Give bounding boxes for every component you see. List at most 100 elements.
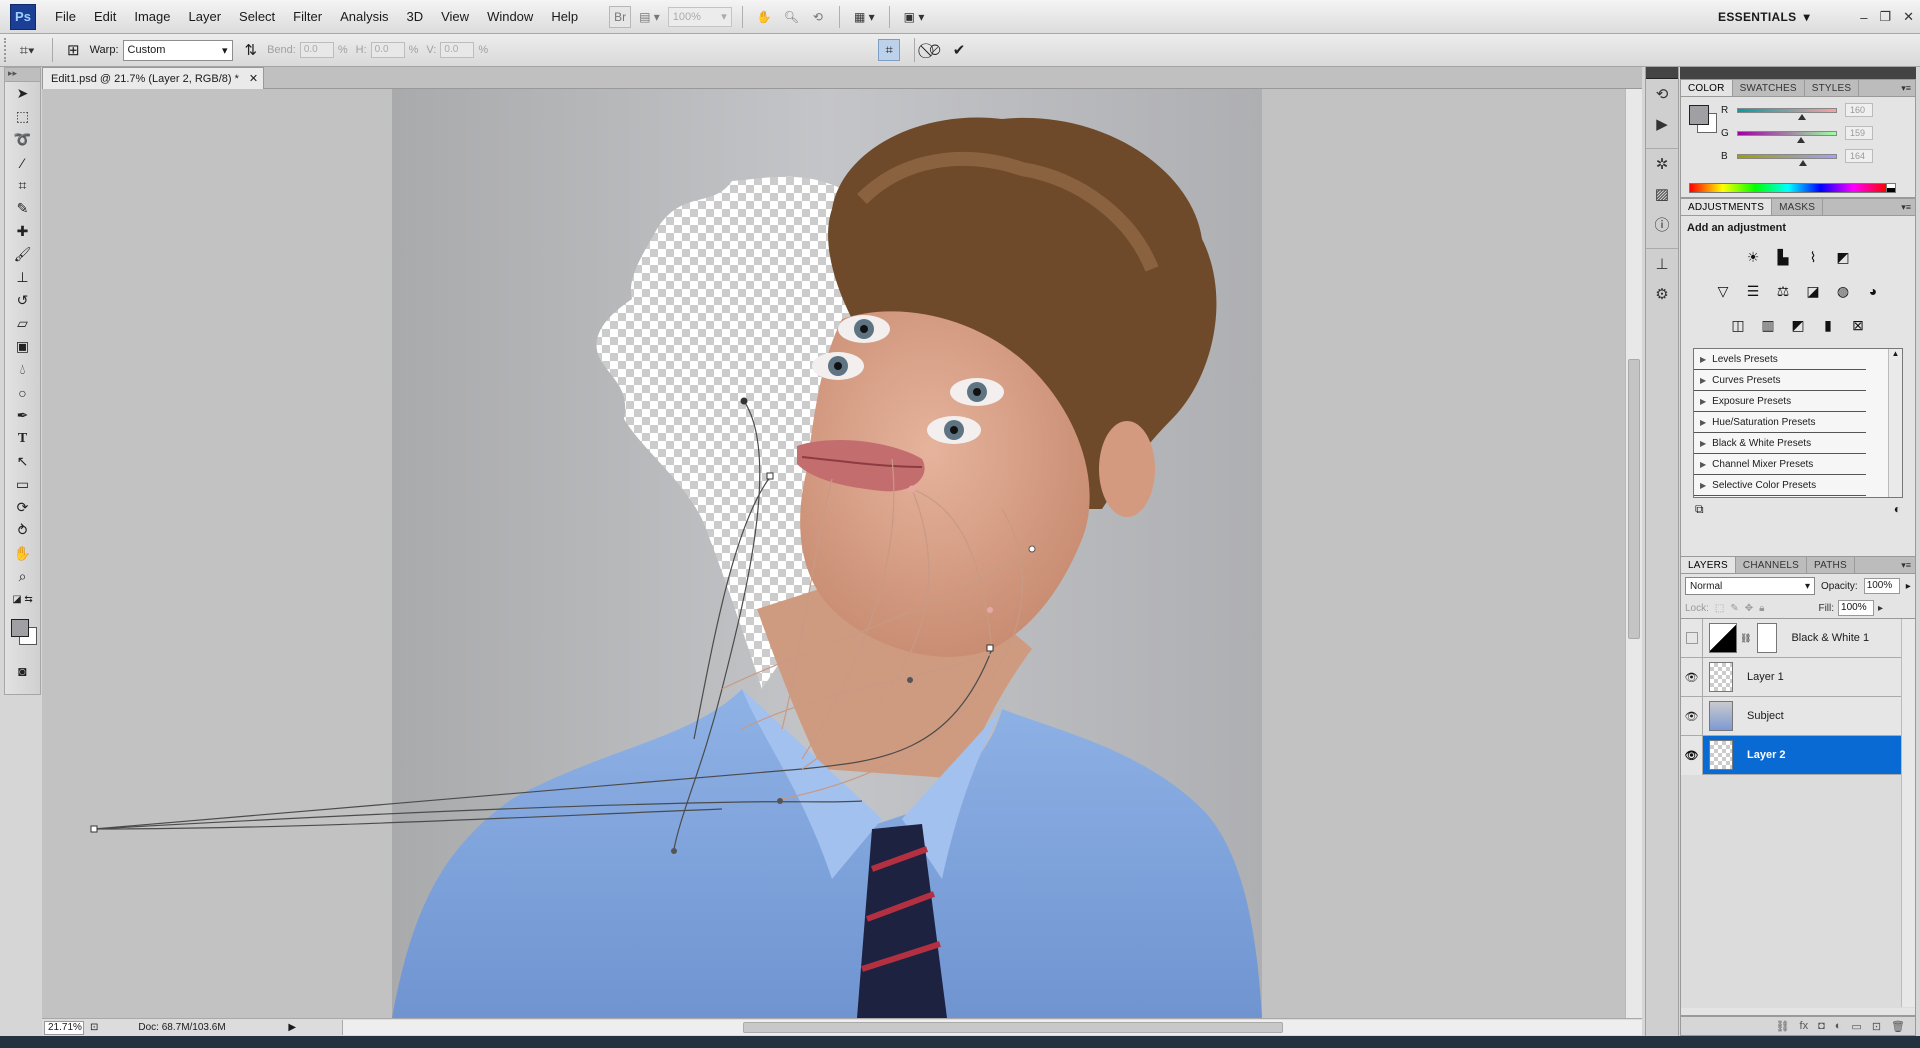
layer-row-black-white-1[interactable]: ⛓ Black & White 1 (1681, 618, 1901, 658)
zoom-tool-icon[interactable]: ⌕ (5, 565, 40, 588)
tab-color[interactable]: COLOR (1681, 80, 1733, 96)
blur-tool-icon[interactable]: 💧︎ (5, 358, 40, 381)
menu-analysis[interactable]: Analysis (331, 0, 397, 34)
rotate-view-icon[interactable]: ⟲ (807, 6, 829, 28)
zoom-field[interactable]: 21.71% (44, 1020, 84, 1035)
exposure-icon[interactable]: ◩ (1832, 246, 1854, 268)
hand-tool-icon[interactable]: ✋ (753, 6, 776, 28)
canvas-area[interactable] (42, 89, 1642, 1018)
preset-item[interactable]: ▶ Hue/Saturation Presets (1694, 412, 1866, 433)
screen-mode-button[interactable]: ▣ ▾ (900, 6, 929, 28)
zoom-tool-icon[interactable]: 🔍︎ (780, 6, 803, 28)
healing-brush-tool-icon[interactable]: ✚ (5, 220, 40, 243)
workspace-switcher[interactable]: ESSENTIALS ▾ (1718, 0, 1810, 34)
pen-tool-icon[interactable]: ✒ (5, 404, 40, 427)
presets-scrollbar[interactable]: ▲ (1888, 349, 1902, 497)
red-value-field[interactable]: 160 (1845, 103, 1873, 117)
close-document-icon[interactable]: ✕ (249, 72, 258, 85)
launch-bridge-button[interactable]: Br (609, 5, 632, 28)
eye-icon[interactable]: 👁︎ (1681, 657, 1703, 697)
add-mask-icon[interactable]: ◘ (1818, 1020, 1825, 1032)
expand-triangle-icon[interactable]: ▶ (1700, 481, 1706, 490)
expand-triangle-icon[interactable]: ▶ (1700, 460, 1706, 469)
blue-value-field[interactable]: 164 (1845, 149, 1873, 163)
horizontal-scrollbar[interactable] (342, 1020, 1642, 1035)
crop-tool-icon[interactable]: ⌗ (5, 174, 40, 197)
curves-icon[interactable]: ⌇ (1802, 246, 1824, 268)
actions-panel-icon[interactable]: ▶ (1646, 109, 1678, 139)
menu-select[interactable]: Select (230, 0, 284, 34)
zoom-level-select[interactable]: 100% ▾ (667, 6, 732, 27)
menu-edit[interactable]: Edit (85, 0, 125, 34)
brushes-panel-icon[interactable]: ✲ (1646, 149, 1678, 179)
3d-orbit-tool-icon[interactable]: ⥁ (5, 519, 40, 542)
dock-grip[interactable] (1646, 67, 1678, 79)
expand-triangle-icon[interactable]: ▶ (1700, 439, 1706, 448)
threshold-icon[interactable]: ◩ (1787, 314, 1809, 336)
lasso-tool-icon[interactable]: ➰ (5, 128, 40, 151)
green-value-field[interactable]: 159 (1845, 126, 1873, 140)
h-distortion-field[interactable]: 0.0 (370, 42, 405, 58)
eraser-tool-icon[interactable]: ▱ (5, 312, 40, 335)
color-spectrum-ramp[interactable] (1689, 183, 1887, 193)
visibility-toggle[interactable] (1681, 618, 1703, 658)
opacity-arrow-icon[interactable]: ▸ (1906, 581, 1911, 592)
brightness-contrast-icon[interactable]: ☀ (1742, 246, 1764, 268)
lock-image-icon[interactable]: ✎ (1730, 603, 1738, 614)
lock-position-icon[interactable]: ✥ (1745, 603, 1753, 614)
tab-channels[interactable]: CHANNELS (1736, 557, 1807, 573)
selective-color-icon[interactable]: ⊠ (1847, 314, 1869, 336)
expand-triangle-icon[interactable]: ▶ (1700, 418, 1706, 427)
menu-3d[interactable]: 3D (397, 0, 432, 34)
tab-styles[interactable]: STYLES (1805, 80, 1860, 96)
navigator-panel-icon[interactable]: ▨ (1646, 179, 1678, 209)
layers-scrollbar[interactable] (1901, 619, 1915, 1007)
preset-item[interactable]: ▶ Levels Presets (1694, 349, 1866, 370)
bend-field[interactable]: 0.0 (299, 42, 334, 58)
gradient-tool-icon[interactable]: ▣ (5, 335, 40, 358)
commit-transform-icon[interactable]: ✔ (953, 41, 966, 59)
hand-tool-icon[interactable]: ✋ (5, 542, 40, 565)
black-white-icon[interactable]: ◪ (1802, 280, 1824, 302)
clone-source-panel-icon[interactable]: ⊥ (1646, 249, 1678, 279)
new-group-icon[interactable]: ▭ (1851, 1020, 1861, 1033)
blue-slider-knob[interactable] (1799, 159, 1807, 166)
vertical-scrollbar[interactable] (1625, 89, 1642, 1018)
history-brush-tool-icon[interactable]: ↺ (5, 289, 40, 312)
warp-style-select[interactable]: Custom ▾ (122, 39, 233, 61)
tab-adjustments[interactable]: ADJUSTMENTS (1681, 199, 1773, 215)
change-warp-orientation-icon[interactable]: ⇅ (245, 41, 258, 59)
status-menu-arrow-icon[interactable]: ▶ (288, 1022, 296, 1033)
menu-layer[interactable]: Layer (180, 0, 231, 34)
history-panel-icon[interactable]: ⟲ (1646, 79, 1678, 109)
menu-window[interactable]: Window (478, 0, 542, 34)
transform-tool-preset-icon[interactable]: ⌗▾ (10, 38, 44, 62)
vibrance-icon[interactable]: ▽ (1712, 280, 1734, 302)
invert-icon[interactable]: ◫ (1727, 314, 1749, 336)
menu-file[interactable]: File (46, 0, 85, 34)
panel-menu-icon[interactable]: ▾≡ (1901, 80, 1911, 97)
menu-filter[interactable]: Filter (284, 0, 331, 34)
eyedropper-tool-icon[interactable]: ✎ (5, 197, 40, 220)
type-tool-icon[interactable]: T (5, 427, 40, 450)
foreground-color-swatch[interactable] (11, 619, 29, 637)
photo-filter-icon[interactable]: ◍ (1832, 280, 1854, 302)
expand-triangle-icon[interactable]: ▶ (1700, 355, 1706, 364)
switch-transform-mode-icon[interactable]: ⌗ (878, 39, 901, 61)
fill-field[interactable]: 100% (1838, 600, 1875, 616)
horizontal-scroll-thumb[interactable] (743, 1022, 1283, 1033)
restore-icon[interactable]: ❐ (1879, 9, 1891, 25)
brush-tool-icon[interactable]: 🖌︎ (5, 243, 40, 266)
hue-saturation-icon[interactable]: ☰ (1742, 280, 1764, 302)
layer-style-icon[interactable]: fx (1800, 1020, 1809, 1032)
levels-icon[interactable]: ▙ (1772, 246, 1794, 268)
tab-paths[interactable]: PATHS (1807, 557, 1855, 573)
menu-view[interactable]: View (432, 0, 478, 34)
opacity-field[interactable]: 100% (1863, 578, 1900, 594)
panel-menu-icon[interactable]: ▾≡ (1901, 199, 1911, 216)
vertical-scroll-thumb[interactable] (1628, 359, 1640, 639)
tools-panel-grip[interactable]: ▸▸ (5, 68, 40, 82)
posterize-icon[interactable]: ▥ (1757, 314, 1779, 336)
red-slider[interactable] (1737, 107, 1837, 120)
lock-all-icon[interactable]: 🔒︎ (1759, 603, 1764, 614)
